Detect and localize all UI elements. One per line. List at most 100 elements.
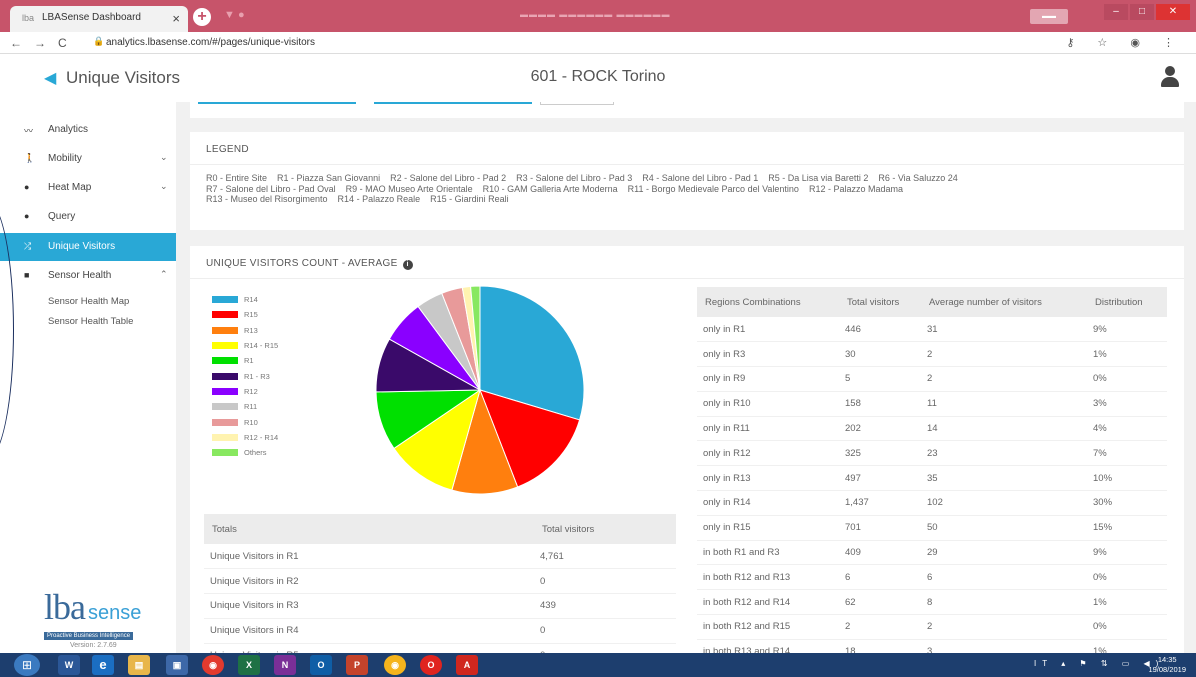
legend-item[interactable]: R11 bbox=[212, 399, 278, 414]
table-cell: 2 bbox=[921, 341, 1087, 368]
filter-button[interactable] bbox=[540, 102, 614, 105]
minimize-icon[interactable]: – bbox=[1104, 4, 1128, 20]
table-cell: 439 bbox=[534, 593, 676, 619]
sidebar-item-heat-map[interactable]: ● Heat Map ⌄ bbox=[0, 174, 176, 202]
opera-icon[interactable]: O bbox=[420, 655, 442, 675]
table-cell: 31 bbox=[921, 317, 1087, 343]
user-icon[interactable] bbox=[1160, 66, 1180, 90]
clock[interactable]: 14:35 19/08/2019 bbox=[1148, 655, 1186, 675]
table-cell: 7% bbox=[1087, 440, 1167, 467]
acrobat-icon[interactable]: A bbox=[456, 655, 478, 675]
explorer-icon[interactable]: ▤ bbox=[128, 655, 150, 675]
table-cell: 701 bbox=[839, 515, 921, 541]
legend-swatch bbox=[212, 326, 238, 334]
sidebar-item-query[interactable]: ● Query bbox=[0, 203, 176, 231]
nav-arrows-icon[interactable]: ←→C bbox=[10, 36, 79, 50]
table-cell: 6 bbox=[921, 564, 1087, 591]
browser-tab[interactable]: lba LBASense Dashboard × bbox=[10, 6, 188, 32]
table-cell: 50 bbox=[921, 515, 1087, 541]
table-cell: 14 bbox=[921, 416, 1087, 442]
chrome-alt-icon[interactable]: ◉ bbox=[384, 655, 406, 675]
address-bar: ←→C 🔒 analytics.lbasense.com/#/pages/uni… bbox=[0, 32, 1196, 54]
table-cell: only in R15 bbox=[697, 515, 839, 541]
legend-label: R13 bbox=[244, 325, 258, 335]
sidebar-subitem-sensor-health-table[interactable]: Sensor Health Table bbox=[48, 316, 133, 327]
sidebar-item-sensor-health[interactable]: ■ Sensor Health ⌃ bbox=[0, 262, 176, 290]
word-icon[interactable]: W bbox=[58, 655, 80, 675]
legend-swatch bbox=[212, 342, 238, 350]
table-cell: 4% bbox=[1087, 416, 1167, 442]
url-field[interactable]: analytics.lbasense.com/#/pages/unique-vi… bbox=[106, 37, 315, 48]
onenote-icon[interactable]: N bbox=[274, 655, 296, 675]
table-row: Unique Visitors in R3 439 bbox=[204, 593, 676, 619]
close-window-icon[interactable]: ✕ bbox=[1156, 4, 1190, 20]
table-cell: 10% bbox=[1087, 465, 1167, 492]
table-cell: 15% bbox=[1087, 515, 1167, 541]
toolbar-icons[interactable]: ⚷ ☆ ◉ ⋮ bbox=[1066, 36, 1184, 49]
system-tray[interactable]: IT ▴ ⚑ ⇅ ▭ ◀) bbox=[1034, 659, 1164, 668]
sidebar-item-analytics[interactable]: 〰 Analytics bbox=[0, 116, 176, 144]
table-row: Unique Visitors in R50 bbox=[204, 643, 676, 653]
legend-item[interactable]: R12 - R14 bbox=[212, 430, 278, 445]
legend-item[interactable]: R14 - R15 bbox=[212, 338, 278, 353]
taskbar: ⊞ W e ▤ ▣ ◉ X N O P ◉ O A IT ▴ ⚑ ⇅ ▭ ◀) … bbox=[0, 653, 1196, 677]
legend-item[interactable]: R1 bbox=[212, 353, 278, 368]
legend-item[interactable]: R10 bbox=[212, 414, 278, 429]
sidebar: 〰 Analytics 🚶 Mobility ⌄ ● Heat Map ⌄ ● … bbox=[0, 102, 176, 653]
sidebar-subitem-sensor-health-map[interactable]: Sensor Health Map bbox=[48, 296, 129, 307]
filter-select-1[interactable] bbox=[198, 102, 356, 104]
table-cell: 3 bbox=[921, 639, 1087, 653]
pie-chart bbox=[375, 285, 585, 495]
chrome-icon[interactable]: ◉ bbox=[202, 655, 224, 675]
trend-icon: 〰 bbox=[24, 126, 34, 136]
legend-item[interactable]: R12 bbox=[212, 384, 278, 399]
sidebar-item-mobility[interactable]: 🚶 Mobility ⌄ bbox=[0, 145, 176, 173]
table-cell: 30% bbox=[1087, 490, 1167, 516]
window-title-blurred: ▬▬▬▬ ▬▬▬▬▬▬ ▬▬▬▬▬▬ bbox=[520, 10, 671, 19]
chart-legend: R14 R15 R13 R14 - R15 R1 R1 - R3 R12 R11 R10 R12 … bbox=[212, 292, 278, 460]
table-row: only in R11 202 14 4% bbox=[697, 416, 1167, 442]
legend-swatch bbox=[212, 387, 238, 395]
app-icon[interactable]: ▣ bbox=[166, 655, 188, 675]
favicon-icon: lba bbox=[22, 13, 35, 23]
table-cell: 6 bbox=[839, 564, 921, 591]
walk-icon: 🚶 bbox=[24, 153, 36, 163]
legend-label: R14 - R15 bbox=[244, 341, 279, 351]
lbasense-logo: lba sense Proactive Business Intelligenc… bbox=[44, 587, 142, 649]
legend-card: LEGEND R0 - Entire Site R1 - Piazza San … bbox=[190, 132, 1184, 230]
profile-button[interactable]: ▬▬ bbox=[1030, 9, 1068, 24]
legend-item[interactable]: R15 bbox=[212, 307, 278, 322]
regions-table: Regions Combinations Total visitors Aver… bbox=[697, 287, 1167, 653]
table-row: in both R12 and R14 62 8 1% bbox=[697, 589, 1167, 616]
table-row: only in R10 158 11 3% bbox=[697, 391, 1167, 417]
legend-swatch bbox=[212, 296, 238, 304]
regions-header: Total visitors bbox=[839, 287, 921, 317]
ie-icon[interactable]: e bbox=[92, 655, 114, 675]
sidebar-item-label: Mobility bbox=[48, 153, 82, 164]
sidebar-item-label: Analytics bbox=[48, 124, 89, 135]
close-tab-icon[interactable]: × bbox=[172, 11, 180, 26]
table-cell: Unique Visitors in R1 bbox=[204, 544, 534, 570]
powerpoint-icon[interactable]: P bbox=[346, 655, 368, 675]
info-icon[interactable]: i bbox=[402, 260, 413, 270]
table-cell: 29 bbox=[921, 540, 1087, 566]
outlook-icon[interactable]: O bbox=[310, 655, 332, 675]
maximize-icon[interactable]: □ bbox=[1130, 4, 1154, 20]
back-arrow-icon[interactable]: ◀ bbox=[44, 68, 56, 88]
table-row: only in R13 497 35 10% bbox=[697, 465, 1167, 492]
chevron-up-icon: ⌃ bbox=[160, 269, 168, 279]
start-button[interactable]: ⊞ bbox=[14, 654, 40, 676]
sidebar-item-unique-visitors[interactable]: ⤮ Unique Visitors bbox=[0, 233, 176, 261]
table-cell: 2 bbox=[839, 614, 921, 640]
table-cell: 18 bbox=[839, 639, 921, 653]
legend-item[interactable]: R14 bbox=[212, 292, 278, 307]
legend-item[interactable]: Others bbox=[212, 445, 278, 460]
new-tab-button[interactable]: + bbox=[193, 8, 211, 26]
table-cell: 0 bbox=[534, 568, 676, 595]
totals-table: Totals Total visitors Unique Visitors in… bbox=[204, 514, 676, 653]
excel-icon[interactable]: X bbox=[238, 655, 260, 675]
table-cell: 30 bbox=[839, 341, 921, 368]
legend-item[interactable]: R1 - R3 bbox=[212, 368, 278, 383]
legend-item[interactable]: R13 bbox=[212, 323, 278, 338]
filter-select-2[interactable] bbox=[374, 102, 532, 104]
